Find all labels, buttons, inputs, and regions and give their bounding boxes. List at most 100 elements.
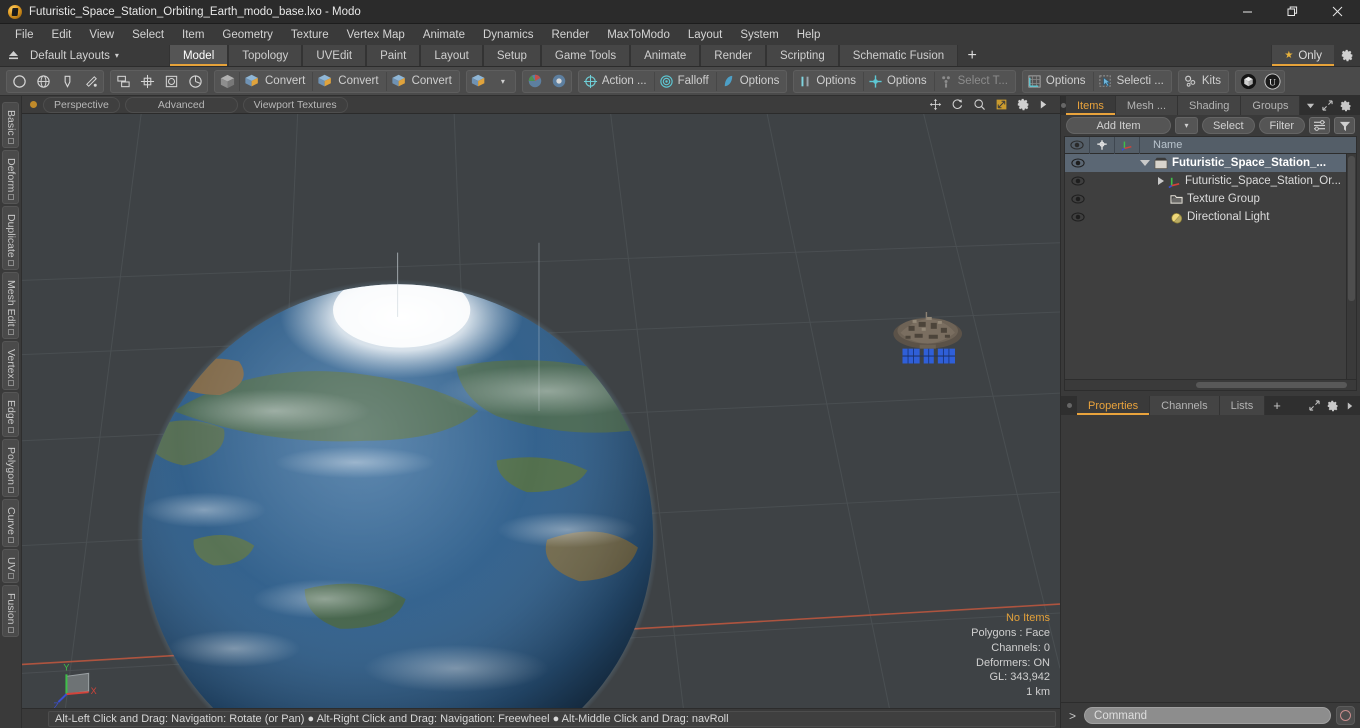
item-list-horizontal-scrollbar[interactable] [1065,379,1356,390]
layout-home-icon[interactable] [0,45,26,66]
expand-icon[interactable] [1309,400,1320,411]
brush-icon[interactable] [79,71,103,92]
sort-icon[interactable] [1309,117,1330,134]
sphere-preset-2-icon[interactable] [547,71,571,92]
falloff-button[interactable]: Falloff [655,71,716,92]
menu-item[interactable]: Item [173,25,213,45]
viewport-shading-mode[interactable]: Advanced [124,96,238,113]
menu-dynamics[interactable]: Dynamics [474,25,542,45]
menu-geometry[interactable]: Geometry [213,25,282,45]
menu-help[interactable]: Help [788,25,830,45]
visibility-toggle[interactable] [1065,194,1090,204]
menu-maxtomodo[interactable]: MaxToModo [598,25,679,45]
layout-tab-setup[interactable]: Setup [482,45,541,66]
layout-tab-render[interactable]: Render [700,45,766,66]
preset-dropdown-caret[interactable]: ▾ [491,71,515,92]
menu-edit[interactable]: Edit [43,25,81,45]
add-layout-tab-button[interactable]: + [958,45,987,66]
vtab-fusion[interactable]: Fusion [2,585,19,637]
vtab-deform[interactable]: Deform [2,149,19,205]
only-toggle[interactable]: ★ Only [1271,45,1334,66]
sphere-preset-icon[interactable] [523,71,547,92]
tab-properties[interactable]: Properties [1077,396,1151,415]
convert-button-1[interactable]: Convert [240,71,312,92]
sphere-black-icon[interactable] [1236,71,1260,92]
selection-button[interactable]: Selecti ... [1094,71,1171,92]
layout-tab-topology[interactable]: Topology [228,45,303,66]
panel-more-icon[interactable] [1346,401,1354,411]
layout-tab-game-tools[interactable]: Game Tools [540,45,631,66]
list-item[interactable]: Texture Group [1065,190,1356,208]
vtab-curve[interactable]: Curve [2,498,19,547]
filter-button[interactable]: Filter [1258,117,1305,134]
vtab-polygon[interactable]: Polygon [2,438,19,497]
twirl-right-icon[interactable] [1158,177,1164,185]
array-icon[interactable] [135,71,159,92]
vtab-mesh-edit[interactable]: Mesh Edit [2,271,19,339]
tab-channels[interactable]: Channels [1150,396,1220,415]
twirl-down-icon[interactable] [1140,160,1150,166]
visibility-toggle[interactable] [1065,158,1090,168]
globe-icon[interactable] [31,71,55,92]
zoom-view-icon[interactable] [973,98,986,111]
menu-animate[interactable]: Animate [414,25,474,45]
menu-render[interactable]: Render [542,25,598,45]
item-list-vertical-scrollbar[interactable] [1346,154,1356,379]
menu-file[interactable]: File [6,25,43,45]
tab-shading[interactable]: Shading [1178,96,1242,115]
list-item[interactable]: Directional Light [1065,208,1356,226]
move-view-icon[interactable] [929,98,942,111]
symmetry-options-button[interactable]: Options [794,71,863,92]
viewport-view-mode[interactable]: Perspective [43,96,120,113]
record-icon[interactable] [1336,706,1355,725]
snapping-options-button[interactable]: Options [864,71,934,92]
layout-tab-paint[interactable]: Paint [366,45,421,66]
radial-icon[interactable] [183,71,207,92]
cube-small-icon[interactable] [467,71,491,92]
add-item-dropdown[interactable]: ▾ [1174,117,1198,134]
panel-gear-icon[interactable] [1340,100,1352,112]
3d-viewport[interactable]: Y X Z No Items Polygons : Face Channels:… [22,114,1060,708]
boolean-icon[interactable] [159,71,183,92]
menu-system[interactable]: System [731,25,787,45]
menu-texture[interactable]: Texture [282,25,338,45]
layout-tab-layout[interactable]: Layout [420,45,483,66]
minimize-icon[interactable] [1225,0,1270,24]
convert-button-2[interactable]: Convert [313,71,385,92]
select-through-button[interactable]: Select T... [935,71,1015,92]
add-properties-tab-button[interactable]: + [1265,396,1289,415]
visibility-toggle[interactable] [1065,176,1090,186]
menu-vertex-map[interactable]: Vertex Map [338,25,414,45]
vtab-edge[interactable]: Edge [2,392,19,437]
panel-gear-icon[interactable] [1327,400,1339,412]
unreal-icon[interactable]: U [1260,71,1284,92]
convert-button-3[interactable]: Convert [387,71,459,92]
cube-icon[interactable] [215,71,239,92]
gear-icon[interactable] [1334,45,1360,66]
menu-layout[interactable]: Layout [679,25,732,45]
menu-view[interactable]: View [80,25,123,45]
close-icon[interactable] [1315,0,1360,24]
falloff-options-button[interactable]: Options [717,71,787,92]
properties-menu-dot-icon[interactable] [1061,396,1077,415]
tab-caret-icon[interactable] [1306,101,1315,110]
viewport-settings-icon[interactable] [1017,98,1030,111]
layout-tab-scripting[interactable]: Scripting [765,45,839,66]
layout-tab-uvedit[interactable]: UVEdit [302,45,367,66]
layout-tab-schematic-fusion[interactable]: Schematic Fusion [838,45,959,66]
layout-tab-animate[interactable]: Animate [630,45,701,66]
workplane-options-button[interactable]: Options [1023,71,1093,92]
list-item[interactable]: Futuristic_Space_Station_Or... [1065,172,1356,190]
kits-button[interactable]: Kits [1179,71,1228,92]
default-layouts-dropdown[interactable]: Default Layouts ▾ [26,45,129,66]
add-item-button[interactable]: Add Item [1066,117,1171,134]
funnel-icon[interactable] [1334,117,1355,134]
vtab-basic[interactable]: Basic [2,102,19,148]
menu-select[interactable]: Select [123,25,173,45]
maximize-icon[interactable] [1270,0,1315,24]
command-input[interactable]: Command [1084,707,1331,724]
item-list-body[interactable]: Futuristic_Space_Station_... Futuristic_ [1065,154,1356,379]
viewport-more-icon[interactable] [1039,99,1048,110]
tab-groups[interactable]: Groups [1241,96,1301,115]
rotate-view-icon[interactable] [951,98,964,111]
